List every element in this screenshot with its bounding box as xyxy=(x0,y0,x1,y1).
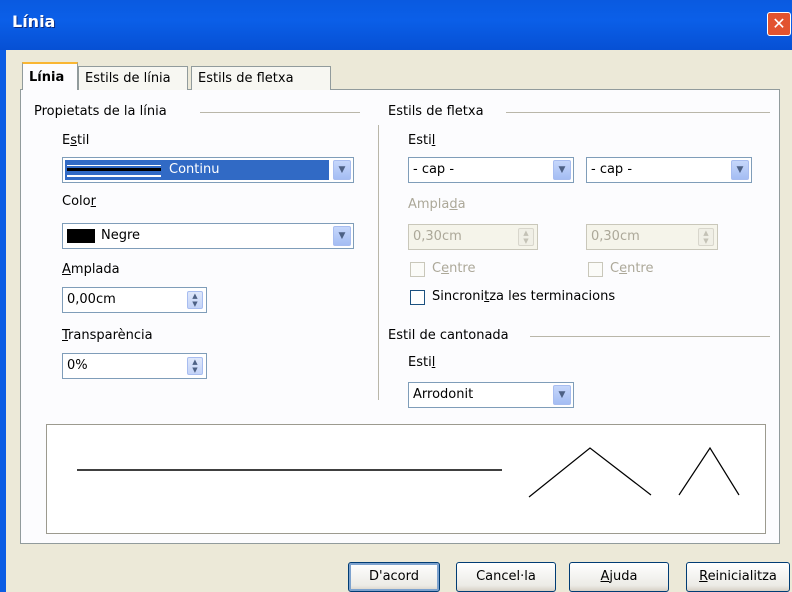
tab-line-styles[interactable]: Estils de línia xyxy=(78,66,188,90)
chevron-down-icon[interactable]: ▼ xyxy=(731,160,749,180)
arrow-start-width-spinbox[interactable]: 0,30cm ▲ ▼ xyxy=(408,224,538,250)
arrow-start-select[interactable]: - cap - ▼ xyxy=(408,157,574,183)
line-sample-icon xyxy=(67,165,161,177)
chevron-down-icon[interactable]: ▼ xyxy=(553,160,571,180)
arrow-end-width-value: 0,30cm xyxy=(591,229,640,244)
spin-arrows-icon[interactable]: ▲ ▼ xyxy=(187,357,203,375)
color-swatch xyxy=(67,229,95,243)
color-label: Color xyxy=(62,194,96,209)
section-title-line-properties: Propietats de la línia xyxy=(34,104,167,119)
chevron-down-icon[interactable]: ▼ xyxy=(333,160,351,180)
arrow-style-label: Estil xyxy=(408,133,436,148)
title-bar[interactable] xyxy=(0,0,792,50)
preview-corner-narrow xyxy=(678,446,740,496)
divider xyxy=(506,112,770,113)
vertical-separator xyxy=(378,125,379,400)
chevron-down-icon[interactable]: ▼ xyxy=(553,385,571,405)
help-button[interactable]: Ajuda xyxy=(569,562,669,592)
window-border-left xyxy=(0,50,6,592)
arrow-end-select[interactable]: - cap - ▼ xyxy=(586,157,752,183)
spin-arrows-icon[interactable]: ▲ ▼ xyxy=(698,228,714,246)
arrow-end-value: - cap - xyxy=(591,162,633,177)
spin-arrows-icon[interactable]: ▲ ▼ xyxy=(187,291,203,309)
arrow-end-center-checkbox[interactable] xyxy=(588,262,603,277)
width-value: 0,00cm xyxy=(67,292,116,307)
transparency-value: 0% xyxy=(67,358,88,373)
line-style-value: Continu xyxy=(169,162,220,177)
line-style-select[interactable]: Continu ▼ xyxy=(62,157,354,183)
sync-ends-label: Sincronitza les terminacions xyxy=(432,289,616,304)
arrow-width-label: Amplada xyxy=(408,197,466,212)
arrow-end-center-label: Centre xyxy=(610,261,654,276)
tab-line[interactable]: Línia xyxy=(22,62,78,90)
divider xyxy=(530,336,770,337)
corner-style-select[interactable]: Arrodonit ▼ xyxy=(408,382,574,408)
section-title-arrow-styles: Estils de fletxa xyxy=(388,104,484,119)
color-value: Negre xyxy=(101,228,141,243)
close-icon: ✕ xyxy=(772,14,786,33)
corner-style-value: Arrodonit xyxy=(413,387,474,402)
line-preview xyxy=(46,424,766,534)
chevron-down-icon[interactable]: ▼ xyxy=(333,226,351,246)
section-title-corner-style: Estil de cantonada xyxy=(388,328,509,343)
corner-style-label: Estil xyxy=(408,355,436,370)
preview-corner-wide xyxy=(528,447,652,498)
width-spinbox[interactable]: 0,00cm ▲ ▼ xyxy=(62,287,207,313)
arrow-start-center-checkbox[interactable] xyxy=(410,262,425,277)
window-title: Línia xyxy=(12,12,56,31)
arrow-start-value: - cap - xyxy=(413,162,455,177)
transparency-spinbox[interactable]: 0% ▲ ▼ xyxy=(62,353,207,379)
cancel-button[interactable]: Cancel·la xyxy=(456,562,556,592)
preview-drawing xyxy=(77,446,740,498)
arrow-end-width-spinbox[interactable]: 0,30cm ▲ ▼ xyxy=(586,224,718,250)
color-select[interactable]: Negre ▼ xyxy=(62,223,354,249)
close-button[interactable]: ✕ xyxy=(767,12,791,36)
spin-arrows-icon[interactable]: ▲ ▼ xyxy=(518,228,534,246)
arrow-start-width-value: 0,30cm xyxy=(413,229,462,244)
transparency-label: Transparència xyxy=(62,328,153,343)
sync-ends-checkbox[interactable] xyxy=(410,290,425,305)
arrow-start-center-label: Centre xyxy=(432,261,476,276)
style-label: Estil xyxy=(62,133,90,148)
width-label: Amplada xyxy=(62,262,120,277)
reset-button[interactable]: Reinicialitza xyxy=(686,562,790,592)
ok-button[interactable]: D'acord xyxy=(348,562,440,592)
tab-arrow-styles[interactable]: Estils de fletxa xyxy=(191,66,331,90)
divider xyxy=(200,112,360,113)
